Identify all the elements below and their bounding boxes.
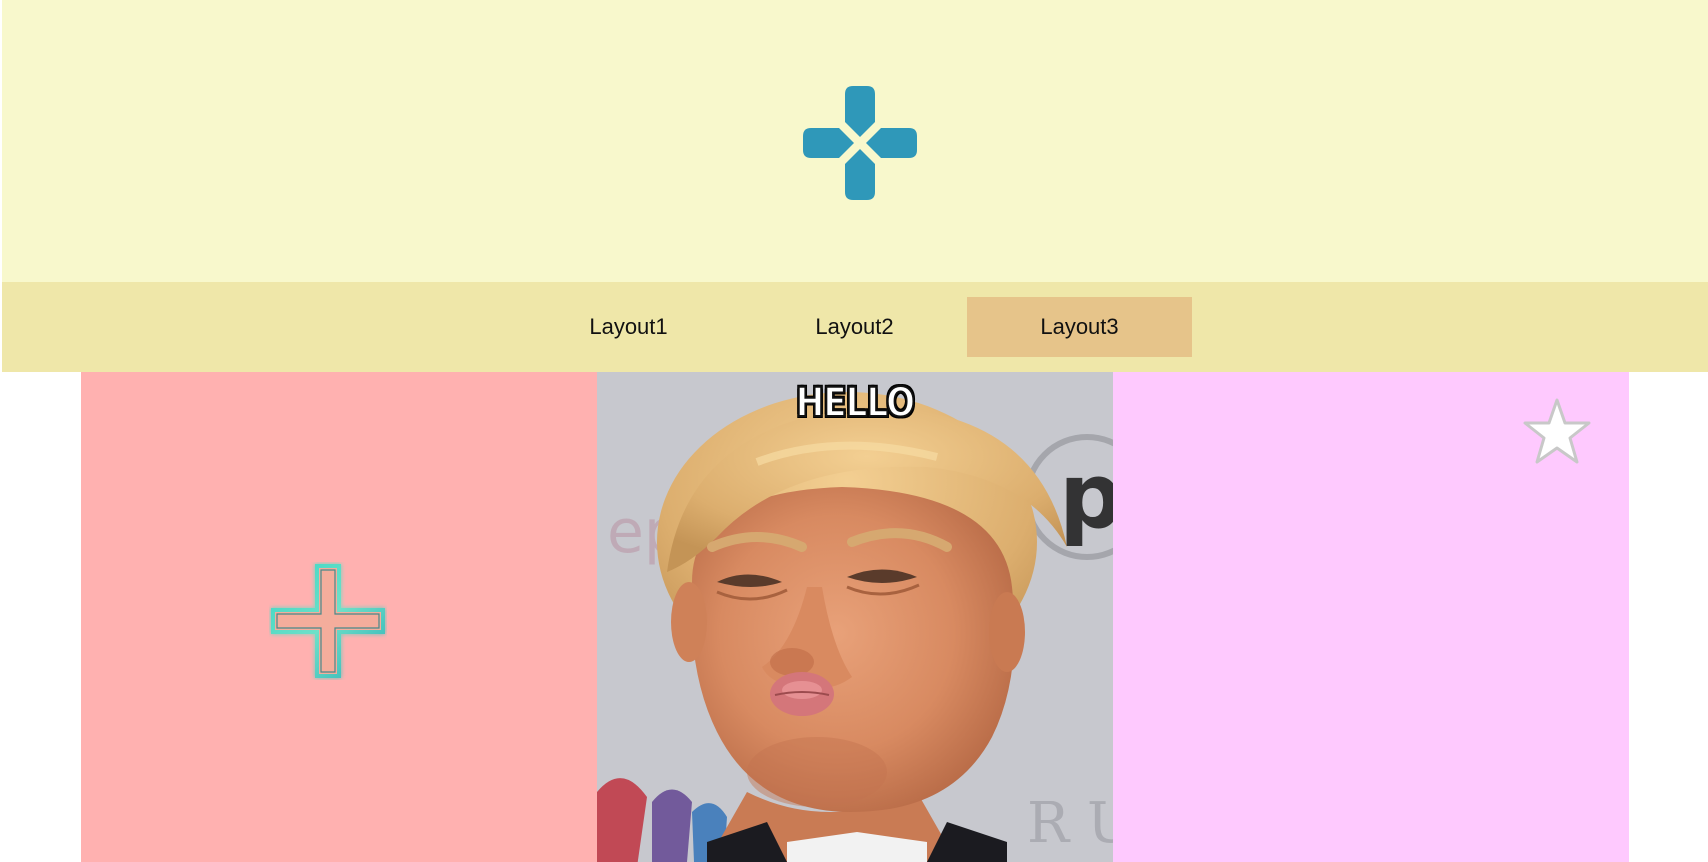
panel-right: [1113, 372, 1629, 862]
nav-layout2[interactable]: Layout2: [742, 297, 967, 357]
panel-middle-photo: p ep R U HELLO: [597, 372, 1113, 862]
star-icon[interactable]: [1522, 397, 1592, 467]
gamepad-dpad-icon[interactable]: [803, 86, 917, 200]
header: [2, 0, 1708, 282]
panel-left: [81, 372, 597, 862]
meme-photo: p ep R U: [597, 372, 1113, 862]
meme-caption: HELLO: [795, 379, 916, 427]
glowing-plus-icon[interactable]: [269, 562, 387, 680]
nav-layout3[interactable]: Layout3: [967, 297, 1192, 357]
svg-text:R U: R U: [1027, 791, 1113, 856]
svg-text:p: p: [1059, 444, 1113, 549]
layout-nav: Layout1 Layout2 Layout3: [2, 282, 1708, 372]
nav-layout1[interactable]: Layout1: [516, 297, 741, 357]
